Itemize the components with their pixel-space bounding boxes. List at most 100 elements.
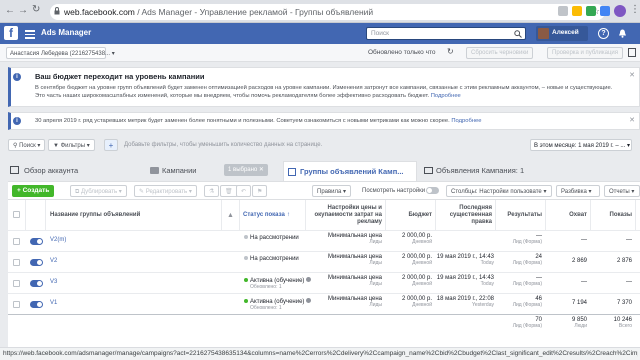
- reach-value: 2 869: [571, 258, 587, 264]
- back-icon[interactable]: ←: [5, 5, 15, 16]
- reach-value: 7 194: [571, 300, 587, 306]
- table-row[interactable]: V2(m) На рассмотрении Минимальная цена Лиды…: [8, 230, 640, 251]
- rules-dropdown[interactable]: Правила ▾: [312, 185, 352, 197]
- ab-test-button[interactable]: ⚗: [204, 185, 220, 197]
- notice-body: 30 апреля 2019 г. ряд устаревших метрик …: [35, 118, 482, 124]
- bid-strategy-sub: Лиды: [369, 260, 382, 266]
- notice-body-2: Это часть наших широкомасштабных изменен…: [35, 93, 461, 99]
- ad-set-name-link[interactable]: V3: [50, 279, 57, 285]
- account-bar: Анастасия Лебедева (2216275438... ▾ Обно…: [0, 44, 640, 62]
- select-all-header: [8, 200, 26, 230]
- extension-icon[interactable]: [586, 6, 596, 16]
- search-dropdown[interactable]: ⚲ Поиск ▾: [8, 139, 46, 151]
- row-checkbox[interactable]: [13, 301, 20, 308]
- last-edit-sub: Today: [480, 260, 494, 266]
- view-setup-label: Посмотреть настройки: [362, 188, 426, 194]
- status-dot-icon: [244, 299, 248, 304]
- close-icon[interactable]: ✕: [629, 71, 635, 79]
- duplicate-button[interactable]: ⧉ Дублировать ▾: [70, 185, 127, 197]
- ad-set-name-link[interactable]: V2: [50, 258, 57, 264]
- date-range-selector[interactable]: В этом месяце: 1 мая 2019 г. – ... ▾: [530, 139, 632, 151]
- table-row[interactable]: V1 Активна (обучение) Обновлено: 1 Минималь…: [8, 293, 640, 314]
- status-dot-icon: [244, 235, 248, 240]
- last-edit-sub: Yesterday: [471, 302, 494, 308]
- column-header-reach[interactable]: Охват: [546, 200, 591, 230]
- table-row[interactable]: V3 Активна (обучение) Обновлено: 1 Минималь…: [8, 272, 640, 293]
- search-icon: [514, 30, 522, 38]
- row-checkbox[interactable]: [13, 259, 20, 266]
- create-button[interactable]: + Создать: [12, 185, 55, 197]
- column-header-bid[interactable]: Настройки цены и окупаемости затрат на р…: [306, 200, 386, 230]
- row-toggle[interactable]: [30, 280, 43, 287]
- impressions-value: —: [626, 279, 632, 285]
- reports-dropdown[interactable]: Отчеты ▾: [604, 185, 640, 197]
- column-header-warning[interactable]: ▲: [222, 200, 240, 230]
- columns-dropdown[interactable]: Столбцы: Настройки пользовате ▾: [446, 185, 552, 197]
- results-type: Лид (Форма): [512, 239, 542, 245]
- filters-dropdown[interactable]: ▼ Фильтры ▾: [48, 139, 95, 151]
- undo-button[interactable]: ↶: [236, 185, 252, 197]
- ad-set-name-link[interactable]: V1: [50, 300, 57, 306]
- toggle-header: [26, 200, 46, 230]
- table-row[interactable]: V2 На рассмотрении Минимальная цена Лиды 2 0…: [8, 251, 640, 272]
- tab-campaigns[interactable]: Кампании 1 выбрано ✕: [150, 161, 280, 181]
- account-selector[interactable]: Анастасия Лебедева (2216275438... ▾: [6, 47, 115, 59]
- edit-button[interactable]: ✎ Редактировать ▾: [134, 185, 197, 197]
- close-icon[interactable]: ✕: [629, 116, 635, 124]
- updated-status: Обновлено только что: [368, 49, 436, 56]
- select-all-checkbox[interactable]: [13, 211, 20, 218]
- tab-ads[interactable]: Объявления Кампания: 1: [424, 161, 564, 181]
- column-header-results[interactable]: Результаты: [496, 200, 546, 230]
- help-icon[interactable]: ?: [598, 28, 609, 39]
- row-toggle[interactable]: [30, 238, 43, 245]
- impressions-value: 2 876: [616, 258, 632, 264]
- column-header-last-edit[interactable]: Последняя существенная правка: [436, 200, 496, 230]
- learn-more-link[interactable]: Подробнее: [431, 93, 461, 99]
- tab-ad-sets[interactable]: Группы объявлений Камп...: [283, 161, 417, 181]
- metrics-notice: i 30 апреля 2019 г. ряд устаревших метри…: [8, 112, 640, 130]
- menu-icon[interactable]: ⋮: [630, 4, 640, 15]
- avatar: [538, 28, 549, 39]
- facebook-logo-icon[interactable]: f: [4, 26, 18, 40]
- results-type: Лид (Форма): [512, 260, 542, 266]
- extension-icon[interactable]: [572, 6, 582, 16]
- user-menu[interactable]: Алексей: [536, 26, 588, 41]
- reload-icon[interactable]: ↻: [32, 4, 40, 15]
- column-header-delivery[interactable]: Статус показа ↑: [240, 200, 306, 230]
- notice-body: В сентябре бюджет на уровне групп объявл…: [35, 85, 613, 91]
- ad-set-name-link[interactable]: V2(m): [50, 237, 66, 243]
- discard-drafts-button[interactable]: Сбросить черновики: [466, 47, 534, 59]
- add-filter-button[interactable]: +: [104, 139, 118, 151]
- tag-button[interactable]: ⚑: [252, 185, 268, 197]
- address-bar[interactable]: web.facebook.com / Ads Manager - Управле…: [50, 4, 605, 20]
- budget-type: Дневной: [412, 302, 432, 308]
- search-input[interactable]: Поиск: [366, 27, 526, 40]
- review-publish-button[interactable]: Проверка и публикация: [547, 47, 624, 59]
- row-toggle[interactable]: [30, 301, 43, 308]
- notifications-icon[interactable]: [618, 29, 627, 38]
- extension-icon[interactable]: [600, 6, 610, 16]
- profile-icon[interactable]: [614, 5, 626, 17]
- row-checkbox[interactable]: [13, 280, 20, 287]
- column-header-impressions[interactable]: Показы: [591, 200, 636, 230]
- status-dot-icon: [244, 256, 248, 261]
- total-results-label: Лид (Форма): [512, 323, 542, 329]
- selection-badge[interactable]: 1 выбрано ✕: [224, 164, 268, 176]
- refresh-icon[interactable]: ↻: [447, 47, 454, 56]
- extension-icon[interactable]: [558, 6, 568, 16]
- forward-icon[interactable]: →: [18, 5, 28, 16]
- column-header-budget[interactable]: Бюджет: [386, 200, 436, 230]
- level-tabs: Обзор аккаунта Кампании 1 выбрано ✕ Груп…: [8, 161, 640, 181]
- row-toggle[interactable]: [30, 259, 43, 266]
- info-icon: i: [13, 73, 21, 81]
- view-setup-toggle[interactable]: [426, 187, 439, 194]
- side-panel-icon[interactable]: [628, 48, 636, 57]
- delete-button[interactable]: 🗑: [220, 185, 238, 197]
- row-checkbox[interactable]: [13, 238, 20, 245]
- delivery-status-sub: Обновлено: 1: [250, 284, 282, 290]
- hamburger-icon[interactable]: [25, 30, 35, 41]
- column-header-name[interactable]: Название группы объявлений: [46, 200, 222, 230]
- breakdown-dropdown[interactable]: Разбивка ▾: [556, 185, 600, 197]
- learn-more-link[interactable]: Подробнее: [451, 118, 481, 124]
- tab-account-overview[interactable]: Обзор аккаунта: [10, 161, 146, 181]
